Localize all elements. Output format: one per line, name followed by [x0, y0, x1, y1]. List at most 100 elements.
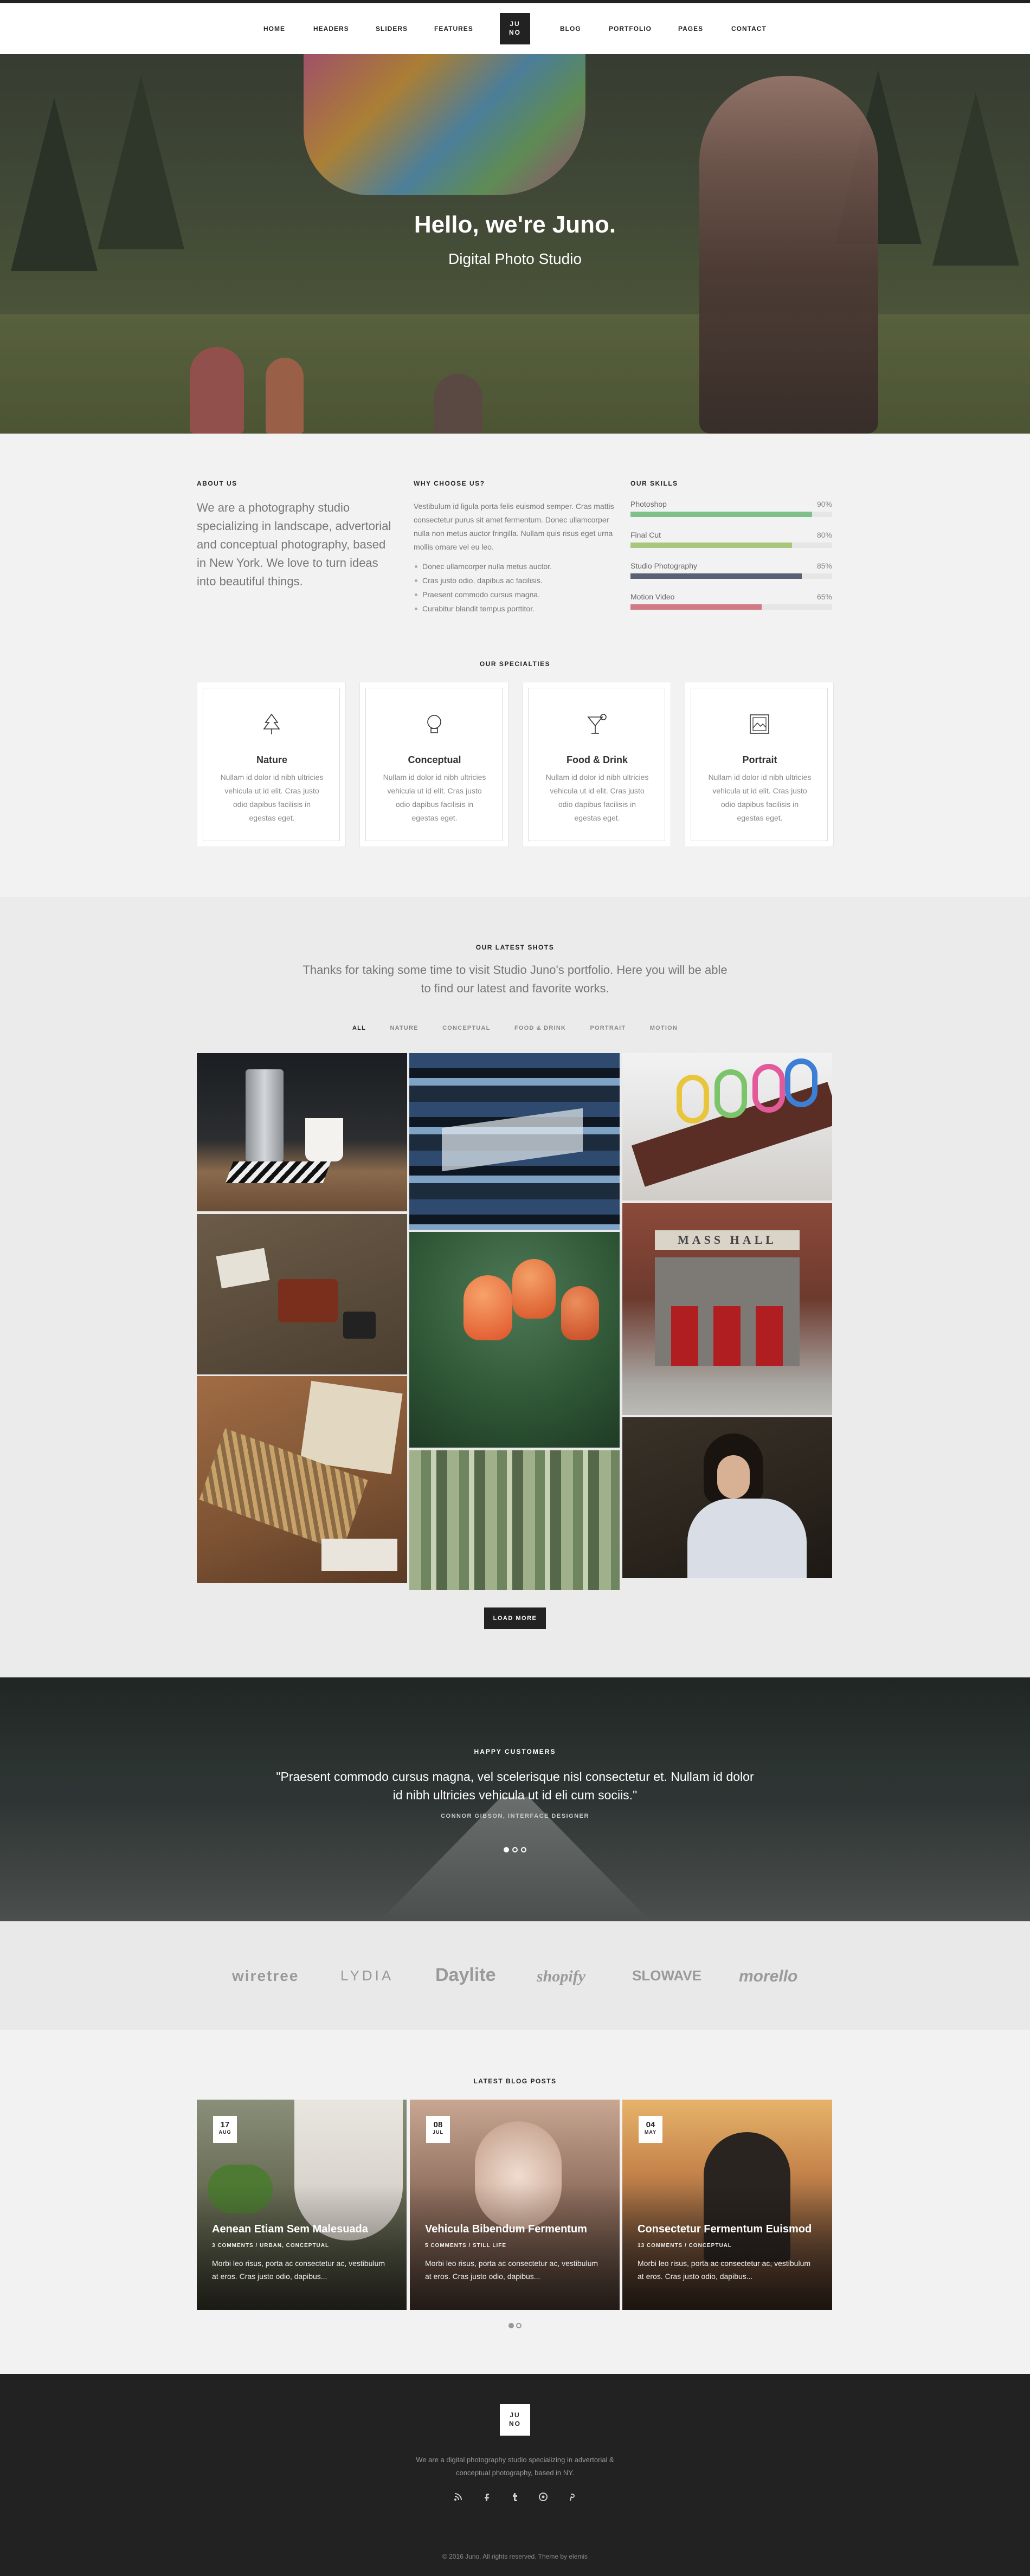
- post-excerpt: Morbi leo risus, porta ac consectetur ac…: [212, 2259, 385, 2281]
- slide-dot[interactable]: [512, 1847, 518, 1852]
- nav-features[interactable]: FEATURES: [434, 25, 473, 33]
- specialty-card-food-drink[interactable]: Food & Drink Nullam id dolor id nibh ult…: [522, 682, 671, 847]
- blog-post-card[interactable]: 17 AUG Aenean Etiam Sem Malesuada 3 COMME…: [197, 2100, 407, 2310]
- client-logo-wiretree[interactable]: wiretree: [232, 1967, 299, 1985]
- logo-line-2: NO: [509, 29, 521, 36]
- red-door: [713, 1306, 741, 1366]
- card-border: Food & Drink Nullam id dolor id nibh ult…: [528, 688, 665, 841]
- handle-yellow: [677, 1075, 709, 1124]
- main-navigation: HOME HEADERS SLIDERS FEATURES JU NO BLOG …: [0, 3, 1030, 54]
- footer: JU NO We are a digital photography studio…: [0, 2374, 1030, 2576]
- client-logo-slowave[interactable]: SLOWAVE: [632, 1967, 701, 1984]
- handle-blue: [785, 1058, 817, 1107]
- nav-home[interactable]: HOME: [263, 25, 285, 33]
- footer-logo[interactable]: JU NO: [500, 2404, 530, 2436]
- hero-subtitle: Digital Photo Studio: [448, 250, 582, 267]
- specialty-card-conceptual[interactable]: Conceptual Nullam id dolor id nibh ultri…: [359, 682, 508, 847]
- blog-post-card[interactable]: 04 MAY Consectetur Fermentum Euismod 13 C…: [622, 2100, 832, 2310]
- filter-nature[interactable]: NATURE: [390, 1025, 418, 1031]
- logo-line-1: JU: [510, 20, 520, 28]
- card-text: Nullam id dolor id nibh ultricies vehicu…: [545, 773, 649, 822]
- portfolio-item-mass-hall[interactable]: MASS HALL: [622, 1203, 832, 1415]
- skill-track: [630, 604, 832, 610]
- site-logo[interactable]: JU NO: [500, 13, 530, 44]
- post-title[interactable]: Consectetur Fermentum Euismod: [638, 2223, 822, 2236]
- portfolio-item-coffee[interactable]: [197, 1053, 407, 1211]
- portfolio-item-camera-suitcase[interactable]: [197, 1214, 407, 1374]
- nav-portfolio[interactable]: PORTFOLIO: [609, 25, 652, 33]
- rss-icon[interactable]: [452, 2490, 465, 2503]
- blog-pagination: [0, 2321, 1030, 2331]
- nav-pages[interactable]: PAGES: [678, 25, 703, 33]
- nav-sliders[interactable]: SLIDERS: [376, 25, 408, 33]
- nav-blog[interactable]: BLOG: [560, 25, 581, 33]
- filter-portrait[interactable]: PORTRAIT: [590, 1025, 626, 1031]
- card-border: Nature Nullam id dolor id nibh ultricies…: [203, 688, 340, 841]
- tulip: [561, 1286, 599, 1340]
- skill-name: Photoshop: [630, 500, 667, 508]
- tulip: [464, 1275, 512, 1340]
- skill-bar: Final Cut 80%: [630, 531, 832, 552]
- post-title[interactable]: Vehicula Bibendum Fermentum: [425, 2223, 609, 2236]
- skill-name: Studio Photography: [630, 561, 697, 570]
- portfolio-item-scissors[interactable]: [622, 1053, 832, 1200]
- client-logo-daylite[interactable]: Daylite: [435, 1965, 496, 1986]
- testimonial-author: CONNOR GIBSON, INTERFACE DESIGNER: [441, 1813, 589, 1819]
- shirt: [687, 1499, 807, 1578]
- clients-section: wiretree LYDIA Daylite shopify SLOWAVE m…: [0, 1921, 1030, 2030]
- post-day: 08: [433, 2120, 443, 2129]
- specialty-card-nature[interactable]: Nature Nullam id dolor id nibh ultricies…: [197, 682, 346, 847]
- filter-all[interactable]: ALL: [352, 1025, 366, 1031]
- slide-dot[interactable]: [504, 1847, 509, 1852]
- skill-fill: [630, 512, 812, 517]
- blog-slide-dot[interactable]: [516, 2323, 522, 2328]
- portfolio-item-abstract[interactable]: [409, 1053, 620, 1230]
- post-day: 04: [646, 2120, 655, 2129]
- client-logo-shopify[interactable]: shopify: [537, 1967, 585, 1986]
- facebook-icon[interactable]: [480, 2490, 493, 2503]
- specialty-card-portrait[interactable]: Portrait Nullam id dolor id nibh ultrici…: [685, 682, 834, 847]
- skill-percent: 65%: [816, 592, 832, 601]
- post-day: 17: [220, 2120, 230, 2129]
- slide-dot[interactable]: [521, 1847, 526, 1852]
- client-logo-lydia[interactable]: LYDIA: [340, 1967, 394, 1984]
- portfolio-section: OUR LATEST SHOTS Thanks for taking some …: [0, 897, 1030, 1677]
- portfolio-item-bamboo[interactable]: [409, 1450, 620, 1590]
- post-date-badge: 17 AUG: [213, 2116, 237, 2143]
- moka-pot: [246, 1069, 284, 1161]
- skill-percent: 90%: [816, 500, 832, 508]
- portfolio-item-reading-woman[interactable]: [622, 1417, 832, 1578]
- pinterest-p-icon[interactable]: [565, 2490, 578, 2503]
- skills-heading: OUR SKILLS: [630, 480, 678, 487]
- skill-name: Final Cut: [630, 531, 661, 539]
- post-excerpt: Morbi leo risus, porta ac consectetur ac…: [425, 2259, 598, 2281]
- nav-contact[interactable]: CONTACT: [731, 25, 767, 33]
- portfolio-item-tulips[interactable]: [409, 1232, 620, 1448]
- nav-headers[interactable]: HEADERS: [313, 25, 349, 33]
- load-more-button[interactable]: LOAD MORE: [484, 1607, 546, 1629]
- face: [717, 1455, 750, 1499]
- post-meta: 3 COMMENTS / URBAN, CONCEPTUAL: [212, 2243, 330, 2249]
- card-text: Nullam id dolor id nibh ultricies vehicu…: [383, 773, 486, 822]
- post-title[interactable]: Aenean Etiam Sem Malesuada: [212, 2223, 396, 2236]
- card-title: Portrait: [742, 754, 777, 765]
- hero-banner: Hello, we're Juno. Digital Photo Studio: [0, 54, 1030, 434]
- about-text: We are a photography studio specializing…: [197, 501, 391, 588]
- hero-overlay: [0, 54, 1030, 434]
- filter-conceptual[interactable]: CONCEPTUAL: [442, 1025, 490, 1031]
- tumblr-icon[interactable]: [508, 2490, 522, 2503]
- card-text: Nullam id dolor id nibh ultricies vehicu…: [708, 773, 812, 822]
- portfolio-item-pencils[interactable]: [197, 1376, 407, 1583]
- why-text: Vestibulum id ligula porta felis euismod…: [414, 502, 614, 551]
- filter-food-drink[interactable]: FOOD & DRINK: [514, 1025, 566, 1031]
- client-logo-morello[interactable]: morello: [739, 1967, 797, 1986]
- blog-post-card[interactable]: 08 JUL Vehicula Bibendum Fermentum 5 COMM…: [410, 2100, 620, 2310]
- skill-bar: Motion Video 65%: [630, 592, 832, 614]
- handle-green: [714, 1069, 747, 1118]
- filter-motion[interactable]: MOTION: [650, 1025, 678, 1031]
- pinterest-icon[interactable]: [537, 2490, 550, 2503]
- red-door: [671, 1306, 698, 1366]
- skill-name: Motion Video: [630, 592, 675, 601]
- footer-text: We are a digital photography studio spec…: [416, 2456, 614, 2477]
- blog-slide-dot[interactable]: [508, 2323, 514, 2328]
